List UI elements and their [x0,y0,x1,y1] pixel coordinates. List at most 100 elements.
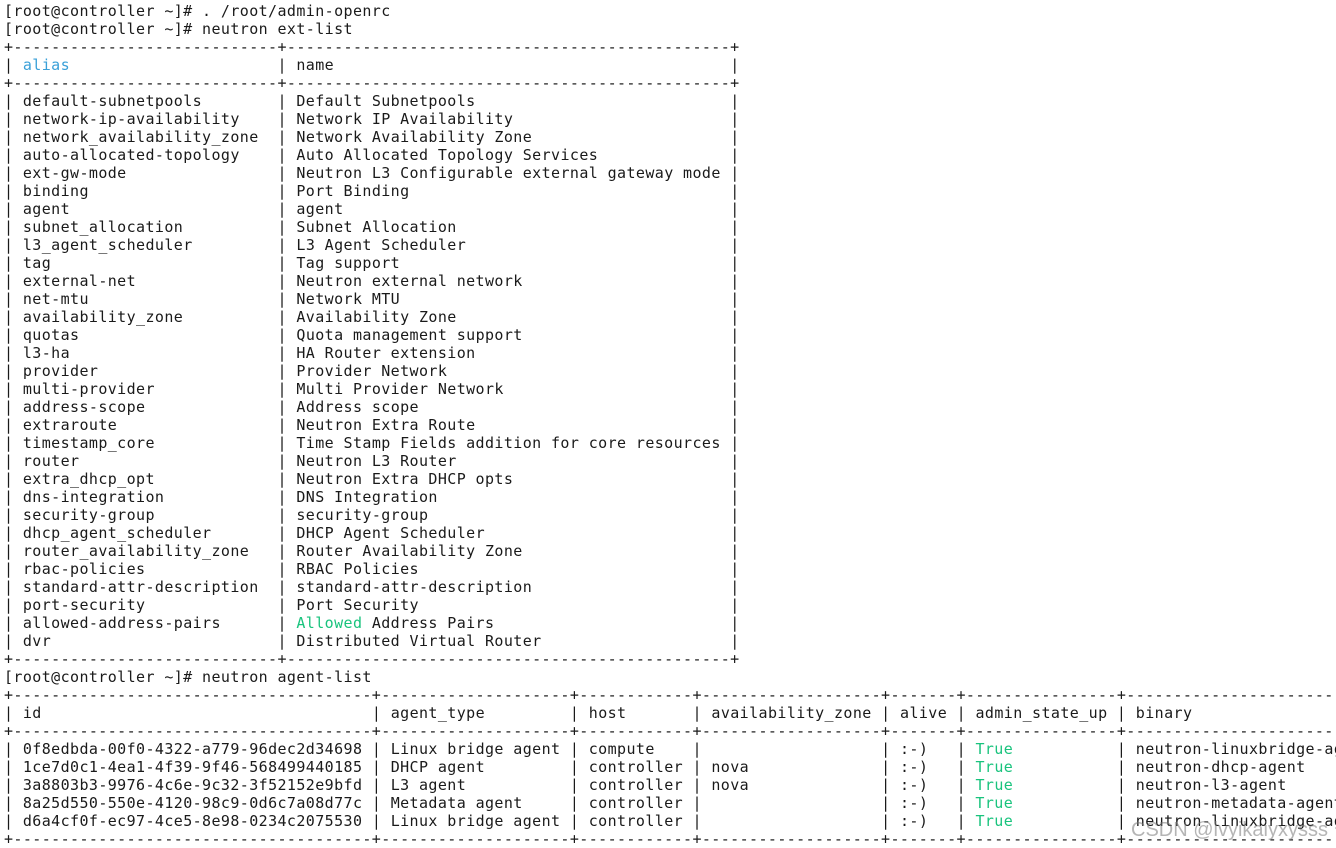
cell-name: Distributed Virtual Router [296,632,542,650]
cell-alias: security-group [22,506,155,524]
table-row: | quotas | Quota management support | [4,326,740,344]
cell-alias: provider [22,362,99,380]
cell-name: Network Availability Zone [296,128,533,146]
cell-admin-state-up: True [975,740,1014,758]
cell-alias: dhcp_agent_scheduler [22,524,212,542]
cell-name: Neutron L3 Router [296,452,457,470]
cell-alias: address-scope [22,398,146,416]
cell-name: Quota management support [296,326,523,344]
table-border: +--------------------------------------+… [4,686,1336,704]
cell-alias: subnet_allocation [22,218,184,236]
table-border: +----------------------------+----------… [4,74,740,92]
cell-alias: allowed-address-pairs [22,614,221,632]
cell-alias: router [22,452,80,470]
table-border: +----------------------------+----------… [4,650,740,668]
column-header-admin-state-up: admin_state_up [975,704,1108,722]
table-row: | 8a25d550-550e-4120-98c9-0d6c7a08d77c |… [4,794,1336,812]
table-row: | default-subnetpools | Default Subnetpo… [4,92,740,110]
table-row: | ext-gw-mode | Neutron L3 Configurable … [4,164,740,182]
cell-binary: neutron-l3-agent [1135,776,1287,794]
table-row: | rbac-policies | RBAC Policies | [4,560,740,578]
cell-name-rest: Address Pairs [362,614,495,632]
table-row: | auto-allocated-topology | Auto Allocat… [4,146,740,164]
table-row: | security-group | security-group | [4,506,740,524]
cell-admin-state-up: True [975,794,1014,812]
cell-name: Neutron Extra Route [296,416,476,434]
cell-alias: dns-integration [22,488,165,506]
cell-name: Auto Allocated Topology Services [296,146,599,164]
column-header-host: host [588,704,627,722]
table-row: | dvr | Distributed Virtual Router | [4,632,740,650]
terminal-window[interactable]: [root@controller ~]# . /root/admin-openr… [0,0,1336,848]
cell-alias: quotas [22,326,80,344]
table-row: | standard-attr-description | standard-a… [4,578,740,596]
cell-admin-state-up: True [975,776,1014,794]
cell-id: 3a8803b3-9976-4c6e-9c32-3f52152e9bfd [22,776,363,794]
cell-admin-state-up: True [975,758,1014,776]
cell-name: Subnet Allocation [296,218,457,236]
cell-alias: extraroute [22,416,118,434]
cell-alias: dvr [22,632,52,650]
cell-alias: timestamp_core [22,434,155,452]
cell-alias: multi-provider [22,380,155,398]
cell-alive: :-) [900,776,929,794]
table-row: | network_availability_zone | Network Av… [4,128,740,146]
command-line: [root@controller ~]# neutron agent-list [4,668,1336,686]
cell-id: 8a25d550-550e-4120-98c9-0d6c7a08d77c [22,794,363,812]
command-text: [root@controller ~]# neutron agent-list [4,668,372,686]
cell-name: Port Binding [296,182,410,200]
cell-availability-zone: nova [711,758,750,776]
table-row: | timestamp_core | Time Stamp Fields add… [4,434,740,452]
csdn-watermark: CSDN @lvyikaiyxysss [1131,819,1328,841]
cell-alive: :-) [899,740,929,758]
table-row: | network-ip-availability | Network IP A… [4,110,740,128]
cell-alias: l3-ha [22,344,71,362]
table-row: | multi-provider | Multi Provider Networ… [4,380,740,398]
table-row: | address-scope | Address scope | [4,398,740,416]
cell-name: Time Stamp Fields addition for core reso… [296,434,721,452]
cell-host: compute [588,740,655,758]
cell-host: controller [588,812,684,830]
cell-alive: :-) [899,794,929,812]
cell-name: Multi Provider Network [296,380,504,398]
cell-name: DNS Integration [296,488,438,506]
command-text: [root@controller ~]# . /root/admin-openr… [4,2,391,20]
cell-name: Neutron external network [296,272,523,290]
column-header-id: id [22,704,42,722]
cell-host: controller [588,758,684,776]
table-row: | tag | Tag support | [4,254,740,272]
table-border: +--------------------------------------+… [4,722,1336,740]
cell-name: Network IP Availability [296,110,514,128]
cell-binary: neutron-metadata-agent [1135,794,1336,812]
cell-id: 1ce7d0c1-4ea1-4f39-9f46-568499440185 [22,758,363,776]
cell-alias: rbac-policies [22,560,146,578]
cell-agent-type: Metadata agent [390,794,523,812]
table-row: | availability_zone | Availability Zone … [4,308,740,326]
cell-alias: net-mtu [22,290,89,308]
cell-alias: default-subnetpools [22,92,203,110]
cell-name: Neutron Extra DHCP opts [296,470,514,488]
table-row: | extra_dhcp_opt | Neutron Extra DHCP op… [4,470,740,488]
cell-alias: tag [22,254,52,272]
cell-alive: :-) [899,812,929,830]
cell-alias: external-net [22,272,137,290]
command-line: [root@controller ~]# . /root/admin-openr… [4,2,1336,20]
cell-name: security-group [296,506,429,524]
table-row: | provider | Provider Network | [4,362,740,380]
cell-alias: router_availability_zone [22,542,250,560]
table-row: | dhcp_agent_scheduler | DHCP Agent Sche… [4,524,740,542]
cell-name: Availability Zone [296,308,457,326]
cell-agent-type: Linux bridge agent [390,740,561,758]
cell-name-highlight: Allowed [296,614,363,632]
column-header-binary: binary [1135,704,1193,722]
column-header-alias: alias [22,56,71,74]
cell-name: RBAC Policies [296,560,419,578]
cell-agent-type: L3 agent [390,776,467,794]
table-row: | l3_agent_scheduler | L3 Agent Schedule… [4,236,740,254]
cell-alias: extra_dhcp_opt [22,470,155,488]
table-row: | net-mtu | Network MTU | [4,290,740,308]
table-row: | l3-ha | HA Router extension | [4,344,740,362]
table-row: | extraroute | Neutron Extra Route | [4,416,740,434]
cell-name: L3 Agent Scheduler [296,236,467,254]
cell-name: Network MTU [296,290,401,308]
